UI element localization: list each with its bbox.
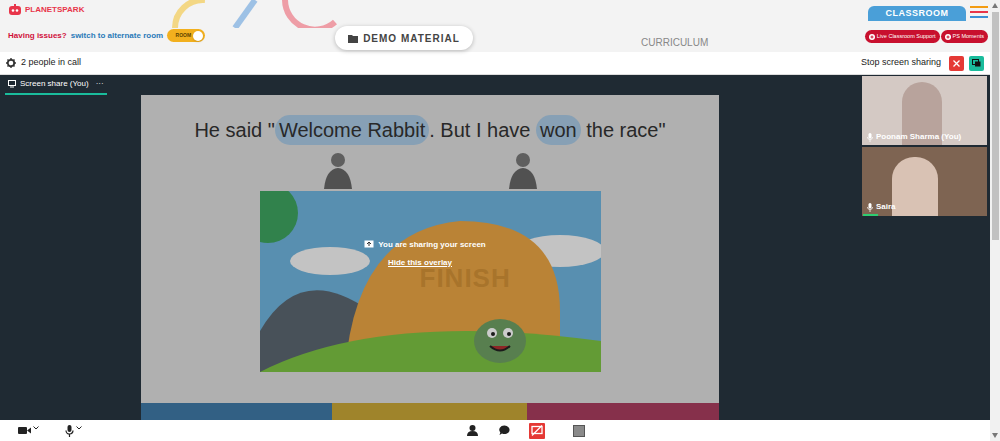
plus-icon [945, 34, 951, 40]
stop-sharing-label[interactable]: Stop screen sharing [861, 56, 941, 70]
mic-button[interactable] [65, 425, 82, 437]
alert-text: Having issues? [8, 30, 67, 42]
button-label: Live Classroom Support [877, 32, 936, 40]
live-support-button[interactable]: Live Classroom Support [865, 30, 940, 43]
scroll-thumb[interactable] [992, 12, 999, 240]
toggle-knob [193, 31, 203, 41]
call-stage: Screen share (You) ··· He said "Welcome … [0, 75, 990, 420]
stop-sharing-button[interactable] [949, 56, 964, 71]
screen-share-button[interactable] [529, 423, 545, 439]
logo-text: PLANETSPARK [25, 6, 84, 14]
room-toggle[interactable]: ROOM [167, 29, 205, 42]
decoration-icon [165, 0, 345, 28]
folder-icon [348, 34, 358, 43]
whiteboard-icon[interactable] [573, 425, 585, 437]
tab-label: DEMO MATERIAL [363, 31, 460, 46]
scroll-up-icon[interactable] [992, 3, 998, 8]
screen-share-off-icon [531, 425, 543, 436]
speaking-indicator [863, 214, 878, 216]
chat-icon[interactable] [499, 425, 510, 436]
tab-label: Screen share (You) [20, 78, 89, 90]
scroll-down-icon[interactable] [992, 433, 998, 438]
toggle-label: ROOM [176, 33, 192, 38]
share-screen-icon [364, 240, 374, 250]
video-camera-icon [18, 426, 31, 435]
speaking-indicator [863, 143, 878, 145]
chevron-icon [33, 426, 39, 430]
participant-tile[interactable]: Saira [862, 147, 987, 216]
shared-slide: He said "Welcome Rabbit. But I have won … [141, 95, 719, 420]
logo[interactable]: PLANETSPARK [8, 4, 335, 16]
ps-moments-button[interactable]: PS Moments [941, 30, 988, 43]
gear-icon[interactable] [6, 58, 16, 68]
close-icon [953, 60, 960, 67]
call-bar: 2 people in call Stop screen sharing [0, 52, 990, 75]
microphone-icon [867, 133, 873, 142]
curriculum-tab[interactable]: CURRICULUM [639, 29, 710, 53]
chevron-icon [76, 426, 82, 430]
microphone-icon [867, 203, 873, 212]
participant-name: Poonam Sharma (You) [876, 131, 961, 143]
tab-menu[interactable]: ··· [96, 78, 104, 90]
bottom-toolbar [0, 420, 990, 441]
layout-button[interactable] [969, 56, 984, 71]
tab-label: CLASSROOM [886, 7, 949, 21]
microphone-icon [65, 425, 74, 437]
classroom-tab[interactable]: CLASSROOM [868, 6, 966, 21]
sharing-overlay: You are sharing your screen Hide this ov… [141, 95, 719, 420]
scrollbar[interactable] [990, 0, 1000, 441]
hamburger-icon[interactable] [970, 6, 988, 18]
overlay-message: You are sharing your screen [378, 239, 485, 251]
participant-name: Saira [876, 201, 896, 213]
alternate-room-link[interactable]: switch to alternate room [71, 30, 163, 42]
people-count: 2 people in call [21, 56, 81, 70]
top-bar: PLANETSPARK Having issues? switch to alt… [0, 0, 990, 52]
logo-icon [8, 4, 22, 16]
camera-button[interactable] [18, 426, 39, 436]
participant-tile[interactable]: Poonam Sharma (You) [862, 76, 987, 145]
monitor-icon [8, 80, 16, 88]
tab-label: CURRICULUM [641, 37, 708, 48]
hide-overlay-link[interactable]: Hide this overlay [388, 257, 452, 269]
screens-icon [972, 59, 981, 67]
alert-row: Having issues? switch to alternate room … [8, 29, 335, 42]
screen-share-tab[interactable]: Screen share (You) ··· [5, 78, 107, 95]
plus-icon [869, 34, 875, 40]
demo-material-tab[interactable]: DEMO MATERIAL [335, 26, 473, 50]
button-label: PS Moments [953, 32, 984, 40]
person-icon[interactable] [467, 425, 478, 436]
